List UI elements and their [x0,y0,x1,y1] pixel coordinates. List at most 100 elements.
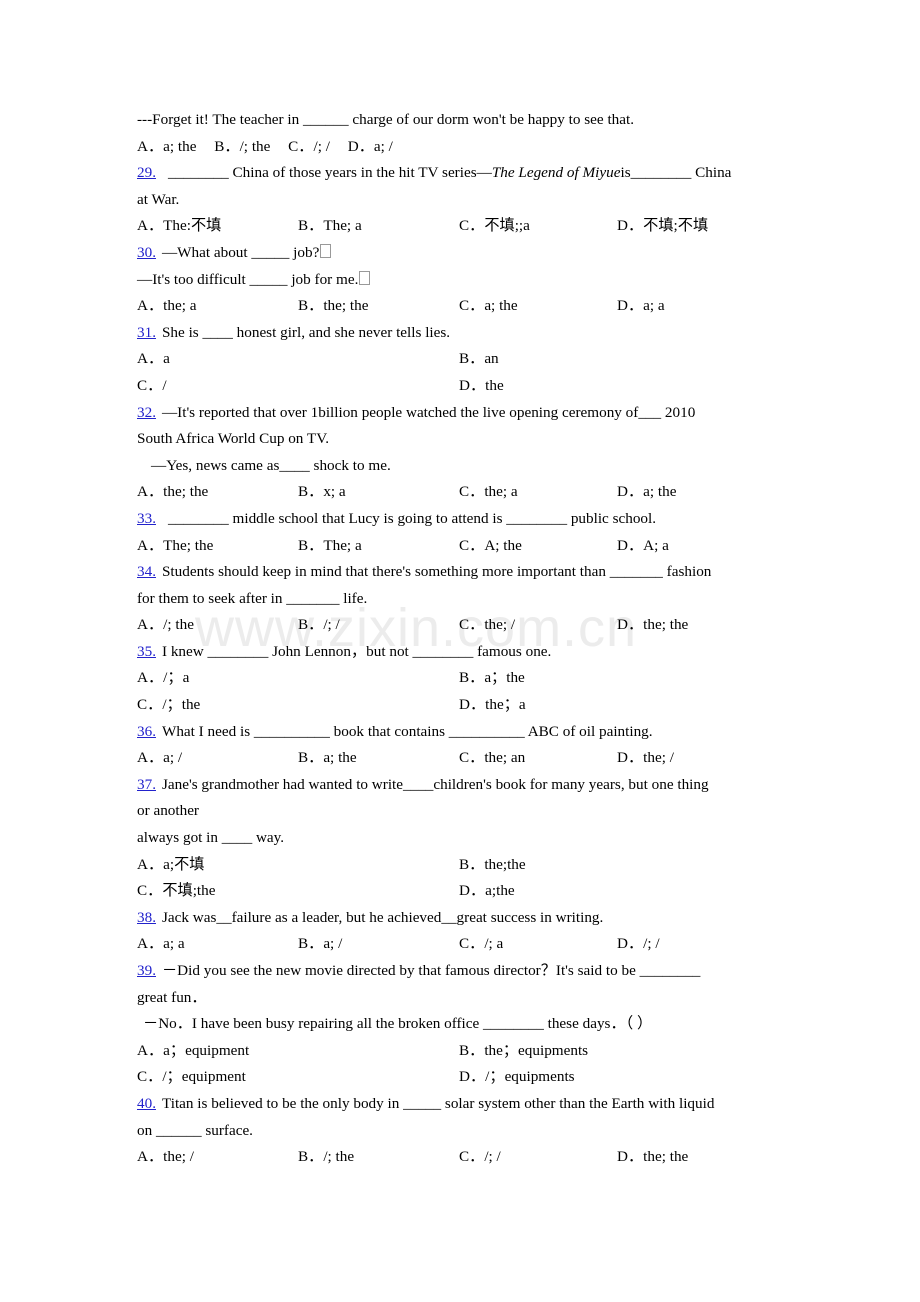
question-39-stem-text: －Did you see the new movie directed by t… [161,962,701,979]
question-32-stem-line3: —Yes, news came as____ shock to me. [151,456,391,474]
option-d[interactable]: D．the; the [617,612,688,639]
option-d[interactable]: D．A; a [617,533,669,560]
option-c[interactable]: C．/；the [137,692,200,719]
question-29-stem-line1: 29. ________ China of those years in the … [137,160,787,187]
question-30-stem-line1: 30. —What about _____ job? [137,240,787,267]
option-d[interactable]: D．a;the [459,878,515,905]
question-number-29: 29. [137,164,156,182]
question-number-38: 38. [137,908,156,926]
option-b[interactable]: B．/; the [214,138,270,155]
option-row: C．/；the D．the；a [137,692,787,719]
question-29-stem-line2: at War. [137,190,180,208]
option-a[interactable]: A．/; the [137,612,194,639]
option-c[interactable]: C．A; the [459,533,522,560]
option-d[interactable]: D．/；equipments [459,1064,575,1091]
empty-box-glyph [320,243,332,258]
option-d[interactable]: D．the; / [617,745,674,772]
option-row: A．the; / B．/; the C．/; / D．the; the [137,1144,787,1171]
question-39-stem-line1: 39. －Did you see the new movie directed b… [137,958,787,985]
option-c[interactable]: C．/; a [459,931,503,958]
option-d[interactable]: D．a; a [617,293,665,320]
option-a[interactable]: A．a；equipment [137,1038,249,1065]
option-c[interactable]: C．the; a [459,479,518,506]
option-row: A．a；equipment B．the；equipments [137,1038,787,1065]
question-35-stem-text: I knew ________ John Lennon，but not ____… [161,642,552,660]
option-b[interactable]: B．/; / [298,612,340,639]
question-37-stem-line1: 37. Jane's grandmother had wanted to writ… [137,772,787,799]
option-a[interactable]: A．The; the [137,533,213,560]
question-31-stem: 31. She is ____ honest girl, and she neve… [137,320,787,347]
question-40-stem-line1: 40. Titan is believed to be the only body… [137,1091,787,1118]
question-39-stem-line2: great fun． [137,988,207,1006]
question-32-stem-text: —It's reported that over 1billion people… [161,403,696,421]
empty-box-glyph [359,270,371,285]
option-b[interactable]: B．a; / [298,931,342,958]
question-number-33: 33. [137,509,156,527]
question-36-stem: 36. What I need is __________ book that c… [137,719,787,746]
question-36-stem-text: What I need is __________ book that cont… [161,722,653,740]
document-page: www.zixin.com.cn ---Forget it! The teach… [0,0,920,1302]
option-b[interactable]: B．a；the [459,665,525,692]
option-d[interactable]: D．a; the [617,479,676,506]
option-row: A．The; the B．The; a C．A; the D．A; a [137,533,787,560]
option-b[interactable]: B．The; a [298,213,362,240]
question-number-36: 36. [137,722,156,740]
option-row: A．a B．an [137,346,787,373]
option-a[interactable]: A．a; / [137,745,182,772]
option-b[interactable]: B．the; the [298,293,368,320]
option-row: A．/; the B．/; / C．the; / D．the; the [137,612,787,639]
option-c[interactable]: C．/ [137,373,167,400]
option-c[interactable]: C．the; / [459,612,515,639]
question-38-stem: 38. Jack was__failure as a leader, but he… [137,905,787,932]
option-row: C．/ D．the [137,373,787,400]
option-b[interactable]: B．the;the [459,852,526,879]
option-a[interactable]: A．a; a [137,931,185,958]
question-40-stem-text: Titan is believed to be the only body in… [161,1094,715,1112]
option-c[interactable]: C．不填;the [137,878,215,905]
option-c[interactable]: C．a; the [459,293,518,320]
question-number-35: 35. [137,642,156,660]
option-c[interactable]: C．/; / [459,1144,501,1171]
option-d[interactable]: D．/; / [617,931,660,958]
option-d[interactable]: D．a; / [348,138,393,155]
option-d[interactable]: D．the [459,373,504,400]
question-37-stem-text: Jane's grandmother had wanted to write__… [161,775,709,793]
option-b[interactable]: B．The; a [298,533,362,560]
question-32-stem-line1: 32. —It's reported that over 1billion peo… [137,400,787,427]
question-number-32: 32. [137,403,156,421]
question-number-34: 34. [137,563,156,581]
option-b[interactable]: B．a; the [298,745,357,772]
option-a[interactable]: A．the; the [137,479,208,506]
option-b[interactable]: B．/; the [298,1144,354,1171]
question-29-stem-pre: ________ China of those years in the hit… [167,164,492,182]
option-b[interactable]: B．x; a [298,479,346,506]
option-b[interactable]: B．the；equipments [459,1038,588,1065]
option-d[interactable]: D．the; the [617,1144,688,1171]
option-c[interactable]: C．/; / [288,138,330,155]
option-d[interactable]: D．不填;不填 [617,213,708,240]
option-b[interactable]: B．an [459,346,499,373]
option-row: A．a; / B．a; the C．the; an D．the; / [137,745,787,772]
option-d[interactable]: D．the；a [459,692,526,719]
option-row: A．a; the B．/; the C．/; / D．a; / [137,134,787,161]
question-number-30: 30. [137,243,156,261]
option-a[interactable]: A．/；a [137,665,189,692]
option-c[interactable]: C．the; an [459,745,525,772]
question-40-stem-line2: on ______ surface. [137,1121,253,1139]
option-a[interactable]: A．a [137,346,170,373]
question-30-stem-line2: —It's too difficult _____ job for me. [137,267,787,294]
option-row: A．/；a B．a；the [137,665,787,692]
question-29-stem-italic: The Legend of Miyue [491,164,621,182]
option-a[interactable]: A．a;不填 [137,852,205,879]
option-c[interactable]: C．/；equipment [137,1064,246,1091]
question-number-31: 31. [137,323,156,341]
question-37-stem-line3: always got in ____ way. [137,829,285,847]
option-a[interactable]: A．the; a [137,293,196,320]
question-stem: ---Forget it! The teacher in ______ char… [137,111,635,128]
question-35-stem: 35. I knew ________ John Lennon，but not _… [137,639,787,666]
option-c[interactable]: C．不填;;a [459,213,530,240]
option-a[interactable]: A．The:不填 [137,213,221,240]
option-a[interactable]: A．the; / [137,1144,194,1171]
option-a[interactable]: A．a; the [137,138,196,155]
question-33-stem: 33. ________ middle school that Lucy is g… [137,506,787,533]
